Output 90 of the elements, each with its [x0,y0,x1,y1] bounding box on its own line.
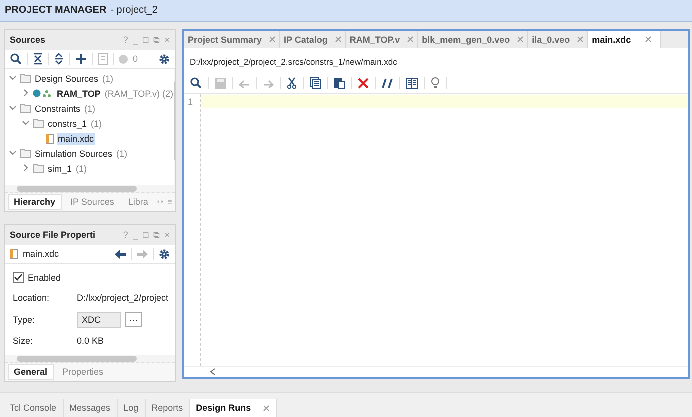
folder-icon [33,119,44,128]
comment-icon[interactable] [382,78,393,88]
editor-tab[interactable]: IP Catalog [280,31,346,48]
file-path: D:/lxx/project_2/project_2.srcs/constrs_1/new/main.xdc [189,56,398,69]
checkbox-label: Enabled [28,272,62,282]
expand-all-icon[interactable] [54,53,64,65]
item-count: (1) [91,118,102,128]
close-icon[interactable] [269,36,276,43]
collapse-all-icon[interactable] [33,53,43,65]
tab-scroll-icon[interactable] [157,198,164,206]
folder-icon [20,149,31,158]
property-value: D:/lxx/project_2/project [77,292,169,303]
add-icon[interactable] [75,53,87,65]
status-dot-icon [119,54,128,64]
status-count: 0 [133,54,138,64]
tree-item[interactable]: Design Sources [34,72,100,84]
view-title: PROJECT MANAGER [5,5,107,16]
back-icon[interactable] [115,250,126,258]
console-tab[interactable]: Log [118,399,146,417]
tree-item[interactable]: main.xdc [57,132,96,144]
forward-icon[interactable] [137,250,148,258]
panel-tab[interactable]: Hierarchy [8,194,62,210]
search-icon[interactable] [190,77,202,89]
close-icon[interactable] [334,36,342,43]
menu-icon[interactable] [168,198,172,206]
editor-tab[interactable]: blk_mem_gen_0.veo [418,31,528,48]
close-icon[interactable]: × [164,34,170,46]
close-icon[interactable]: × [164,230,170,240]
tree-item[interactable]: Simulation Sources [34,148,114,160]
horizontal-scrollbar[interactable] [5,355,175,363]
settings-icon[interactable] [159,248,170,260]
item-count: (1) [102,74,114,84]
panel-tab[interactable]: Libra [123,195,154,209]
property-label: Size: [13,336,34,346]
item-count: (1) [116,148,128,158]
close-icon[interactable] [407,36,414,43]
console-tab[interactable]: Design Runs [190,399,278,417]
folder-icon [33,164,44,173]
delete-icon[interactable] [358,78,369,88]
project-name: - project_2 [110,5,158,16]
console-tab[interactable]: Tcl Console [4,399,64,417]
line-number: 1 [188,97,194,107]
editor-tab[interactable]: RAM_TOP.v [346,31,418,48]
folder-icon [20,74,31,83]
minimize-icon[interactable]: _ [133,230,138,240]
horizontal-scrollbar[interactable] [5,185,175,193]
redo-icon[interactable] [263,78,274,88]
tree-item[interactable]: constrs_1 [47,118,88,130]
lightbulb-icon[interactable] [431,77,440,89]
panel-title: Sources [10,35,46,45]
paste-icon[interactable] [334,77,345,89]
property-label: Location: [13,292,51,303]
property-label: Type: [13,314,36,324]
item-count: (1) [76,164,88,174]
tree-item[interactable]: Constraints [34,102,82,114]
search-icon[interactable] [10,53,22,65]
property-value: 0.0 KB [77,336,104,346]
maximize-icon[interactable]: □ [143,230,149,240]
columns-icon[interactable] [406,78,418,88]
maximize-icon[interactable]: □ [143,34,149,46]
editor-tab[interactable]: main.xdc [588,31,662,48]
close-icon[interactable] [517,36,524,43]
file-name: main.xdc [23,249,60,259]
settings-icon[interactable] [159,54,170,64]
scroll-left-icon[interactable] [210,368,216,376]
tree-item[interactable]: sim_1 [47,162,74,174]
undo-icon[interactable] [239,78,250,88]
file-icon [46,134,54,144]
folder-icon [20,104,31,113]
panel-tab[interactable]: IP Sources [66,195,120,209]
tree-item[interactable]: RAM_TOP [56,88,102,100]
item-detail: (RAM_TOP.v) (2) [104,88,174,98]
console-tab[interactable]: Messages [64,399,118,417]
copy-icon[interactable] [310,77,321,89]
file-icon [10,249,18,259]
panel-title: Source File Properti [10,230,96,240]
close-icon[interactable] [263,404,270,412]
close-icon[interactable] [645,36,652,43]
close-icon[interactable] [577,36,584,43]
document-icon[interactable] [98,53,108,65]
enabled-checkbox[interactable] [13,272,24,283]
panel-tab[interactable]: General [8,364,54,380]
browse-button[interactable]: ··· [125,312,142,327]
type-field[interactable]: XDC [77,312,121,328]
panel-tab[interactable]: Properties [58,365,109,379]
module-icon [33,89,53,98]
editor-tab[interactable]: Project Summary [184,31,280,48]
minimize-icon[interactable]: _ [133,34,138,46]
cut-icon[interactable] [287,77,297,89]
item-count: (1) [84,104,96,114]
